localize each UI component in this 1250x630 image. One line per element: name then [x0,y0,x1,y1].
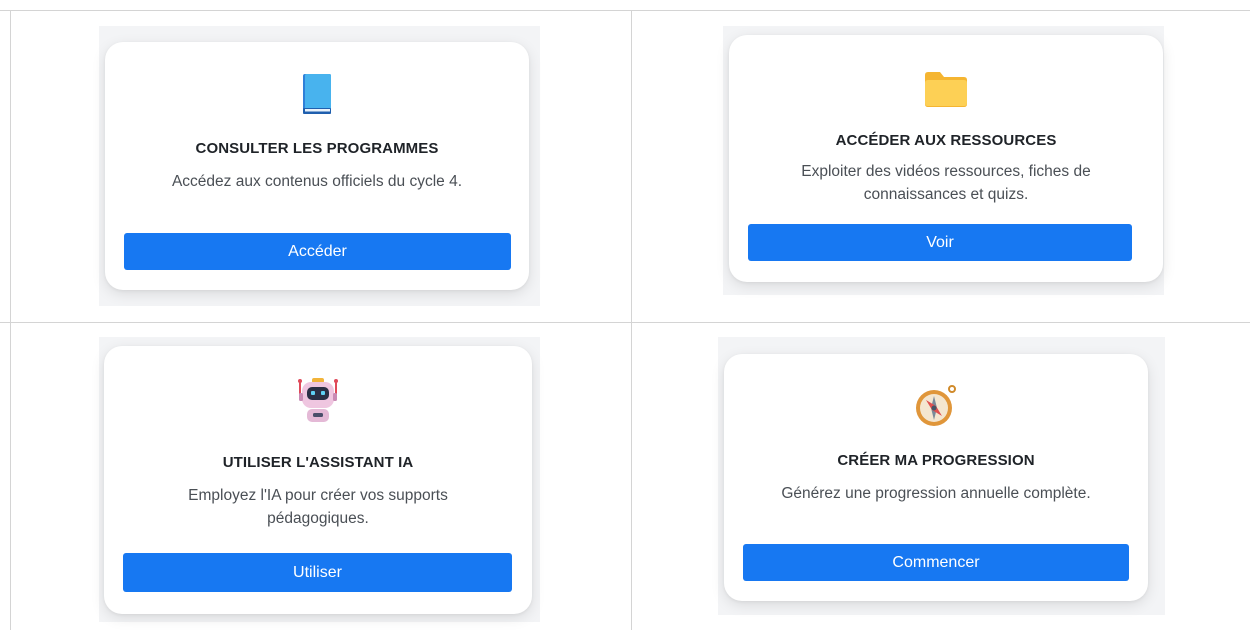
acceder-button[interactable]: Accéder [124,233,511,270]
card-description: Employez l'IA pour créer vos supports pé… [188,487,448,527]
layout-table: CONSULTER LES PROGRAMMES Accédez aux con… [0,0,1250,630]
utiliser-button[interactable]: Utiliser [123,553,512,592]
card-description: Générez une progression annuelle complèt… [781,485,1091,502]
card-screenshot-ressources: ACCÉDER AUX RESSOURCES Exploiter des vid… [723,26,1164,295]
card-description: Accédez aux contenus officiels du cycle … [171,173,463,190]
compass-icon [912,382,960,430]
card-title: CRÉER MA PROGRESSION [837,452,1035,469]
card-ressources: ACCÉDER AUX RESSOURCES Exploiter des vid… [729,35,1163,282]
table-border-center [631,10,632,630]
book-icon [293,70,341,118]
commencer-button[interactable]: Commencer [743,544,1129,581]
card-assistant-ia: UTILISER L'ASSISTANT IA Employez l'IA po… [104,346,532,614]
card-progression: CRÉER MA PROGRESSION Générez une progres… [724,354,1148,601]
card-programmes: CONSULTER LES PROGRAMMES Accédez aux con… [105,42,529,290]
robot-icon [294,376,342,424]
card-screenshot-assistant-ia: UTILISER L'ASSISTANT IA Employez l'IA po… [99,337,540,622]
folder-icon [922,65,970,113]
card-title: ACCÉDER AUX RESSOURCES [835,132,1057,149]
voir-button[interactable]: Voir [748,224,1132,261]
card-title: UTILISER L'ASSISTANT IA [222,454,414,471]
table-border-left [10,10,11,630]
card-title: CONSULTER LES PROGRAMMES [195,140,439,157]
table-border-top [0,10,1250,11]
table-border-middle [0,322,1250,323]
card-screenshot-progression: CRÉER MA PROGRESSION Générez une progres… [718,337,1165,615]
card-screenshot-programmes: CONSULTER LES PROGRAMMES Accédez aux con… [99,26,540,306]
card-description: Exploiter des vidéos ressources, fiches … [801,163,1091,203]
